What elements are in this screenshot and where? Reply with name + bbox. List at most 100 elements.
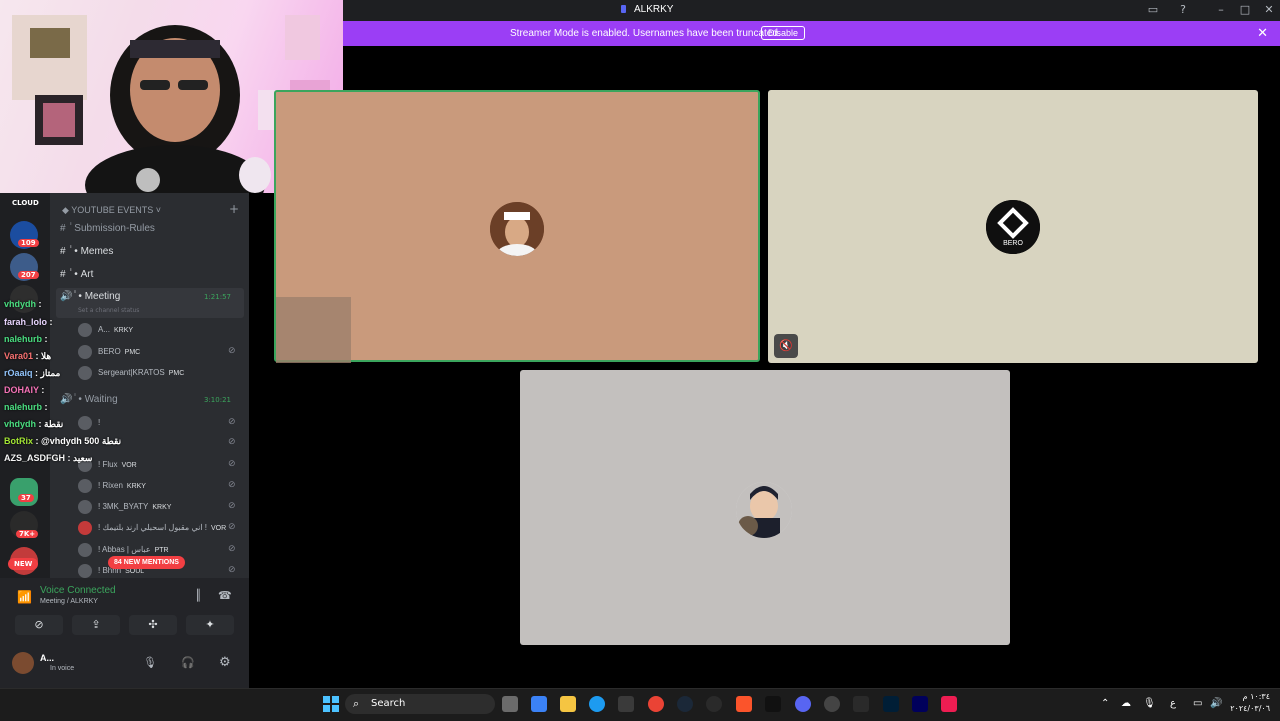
- store-icon[interactable]: [618, 696, 634, 712]
- language-indicator[interactable]: ع: [1170, 698, 1176, 709]
- member-avatar: [78, 323, 92, 337]
- deafened-icon: ⊘: [228, 501, 236, 511]
- chrome-icon[interactable]: [648, 696, 664, 712]
- server-badge: 207: [18, 271, 39, 279]
- voice-member[interactable]: A... KRKY: [78, 323, 133, 337]
- tray-chevron-icon[interactable]: ⌃: [1101, 698, 1109, 709]
- tiktok-icon[interactable]: [941, 696, 957, 712]
- voice-location[interactable]: Meeting / ALKRKY: [40, 598, 98, 605]
- member-tag: KRKY: [152, 504, 172, 512]
- chat-user: BotRix: [4, 436, 33, 446]
- member-avatar: [78, 521, 92, 535]
- brave-icon[interactable]: [736, 696, 752, 712]
- member-tag: KRKY: [126, 483, 146, 491]
- avatar-image: [490, 202, 544, 256]
- chat-user: vhdydh: [4, 299, 37, 309]
- voice-member[interactable]: ! Rixen KRKY: [78, 479, 146, 493]
- channel-status-input[interactable]: Set a channel status: [78, 307, 139, 314]
- member-tag: SOUL: [125, 568, 145, 576]
- disconnect-icon[interactable]: ☎: [218, 589, 232, 602]
- task-view-icon[interactable]: [502, 696, 518, 712]
- deafened-icon: ⊘: [228, 565, 236, 575]
- new-mentions-pill[interactable]: 84 NEW MENTIONS: [108, 556, 185, 569]
- member-avatar: [78, 564, 92, 578]
- edge-icon[interactable]: [589, 696, 605, 712]
- server-label: CLOUD: [12, 199, 39, 207]
- disable-streamer-mode-button[interactable]: Disable: [761, 26, 806, 40]
- voice-status[interactable]: Voice Connected: [40, 585, 116, 596]
- volume-icon[interactable]: 🔊: [1210, 698, 1222, 709]
- chat-user: rOaaiq: [4, 368, 33, 378]
- user-avatar[interactable]: [12, 652, 34, 674]
- windows-start-icon[interactable]: [323, 696, 339, 712]
- channel-art[interactable]: # ٰ • Art: [60, 269, 93, 280]
- discord-taskbar-icon[interactable]: [795, 696, 811, 712]
- channel-submission-rules[interactable]: # ٰ Submission-Rules: [60, 223, 155, 234]
- video-tile-participant[interactable]: [520, 370, 1010, 645]
- settings-gear-icon[interactable]: ⚙: [219, 655, 231, 670]
- search-label: Search: [371, 698, 406, 709]
- copilot-icon[interactable]: [531, 696, 547, 712]
- clock-date[interactable]: ٢٠٢٤/٠٣/٠٦: [1228, 704, 1270, 713]
- screen-fragment: [276, 297, 351, 363]
- chat-user: AZS_ASDFGH: [4, 453, 66, 463]
- add-channel-icon[interactable]: +: [229, 202, 239, 216]
- avatar-image: [736, 482, 792, 538]
- member-name: ! Abbas | عباس: [98, 545, 151, 555]
- category-label: YOUTUBE EVENTS: [71, 205, 154, 215]
- network-icon[interactable]: ▭: [1193, 698, 1202, 709]
- activities-button[interactable]: ✣: [129, 615, 177, 635]
- mic-tray-icon[interactable]: 🎙: [1143, 698, 1156, 709]
- capcut-icon[interactable]: [765, 696, 781, 712]
- server-badge: 7K+: [16, 530, 39, 538]
- obs-icon[interactable]: [706, 696, 722, 712]
- headphones-icon[interactable]: 🎧: [181, 656, 195, 669]
- deafened-icon: ⊘: [228, 522, 236, 532]
- chat-text: : نقطة: [38, 419, 64, 429]
- app-icon[interactable]: [824, 696, 840, 712]
- video-tile-speaking[interactable]: [274, 90, 760, 363]
- channel-memes[interactable]: # ٰ • Memes: [60, 246, 113, 257]
- soundboard-button[interactable]: ✦: [186, 615, 234, 635]
- clock-time[interactable]: ١٠:٣٤ م: [1236, 692, 1270, 701]
- new-badge: NEW: [8, 558, 39, 570]
- voice-member[interactable]: ! اني مقبول اسحبلي ارند بلتيمك ! VOR: [78, 521, 226, 535]
- close-banner-icon[interactable]: ✕: [1257, 25, 1268, 41]
- camera-off-button[interactable]: ⊘: [15, 615, 63, 635]
- cloud-icon[interactable]: ☁: [1121, 698, 1131, 709]
- member-tag: PMC: [168, 370, 185, 378]
- voice-member[interactable]: BERO PMC: [78, 345, 140, 359]
- microphone-icon[interactable]: 🎙: [143, 656, 157, 669]
- deafened-icon: ⊘: [228, 544, 236, 554]
- help-icon[interactable]: ?: [1176, 3, 1190, 17]
- chat-text: : هلا: [35, 351, 52, 361]
- chat-line: vhdydh : نقطة: [4, 419, 63, 430]
- noise-suppression-icon[interactable]: ║: [195, 589, 202, 602]
- discord-icon: [621, 5, 626, 13]
- premiere-icon[interactable]: [912, 696, 928, 712]
- snipping-icon[interactable]: [853, 696, 869, 712]
- user-name: A...: [40, 653, 55, 663]
- voice-member[interactable]: !: [78, 416, 100, 430]
- chat-user: vhdydh: [4, 419, 37, 429]
- taskbar-search[interactable]: ⌕ Search: [345, 694, 495, 714]
- voice-member[interactable]: Sergeant|KRATOS PMC: [78, 366, 184, 380]
- file-explorer-icon[interactable]: [560, 696, 576, 712]
- inbox-icon[interactable]: ▭: [1146, 3, 1160, 17]
- chat-user: DOHAIY: [4, 385, 39, 395]
- chat-text: :: [38, 299, 42, 309]
- share-screen-button[interactable]: ⇪: [72, 615, 120, 635]
- bero-logo-icon: BERO: [986, 200, 1040, 254]
- category-youtube-events[interactable]: ◆ YOUTUBE EVENTS ˅: [62, 205, 161, 216]
- minimize-button[interactable]: –: [1214, 3, 1228, 17]
- deafened-icon: ⊘: [228, 417, 236, 427]
- voice-member[interactable]: ! Abbas | عباس PTR: [78, 543, 169, 557]
- maximize-button[interactable]: □: [1238, 3, 1252, 17]
- steam-icon[interactable]: [677, 696, 693, 712]
- avatar-label: BERO: [1003, 240, 1023, 247]
- video-tile-bero[interactable]: BERO 🔇: [768, 90, 1258, 363]
- photoshop-icon[interactable]: [883, 696, 899, 712]
- voice-channel-waiting[interactable]: 🔊 ٰ • Waiting: [60, 394, 118, 405]
- voice-member[interactable]: ! 3MK_BYATY KRKY: [78, 500, 171, 514]
- close-window-button[interactable]: ✕: [1262, 3, 1276, 17]
